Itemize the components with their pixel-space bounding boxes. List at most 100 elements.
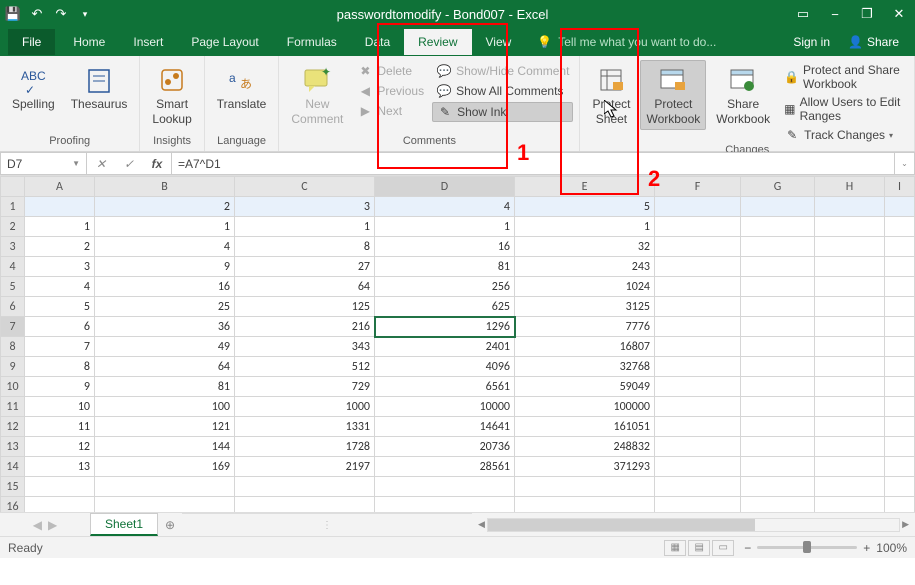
column-header-H[interactable]: H xyxy=(815,177,885,197)
tab-data[interactable]: Data xyxy=(351,29,404,55)
cell[interactable] xyxy=(815,317,885,337)
cell[interactable] xyxy=(655,437,741,457)
cell[interactable]: 243 xyxy=(515,257,655,277)
cell[interactable]: 14641 xyxy=(375,417,515,437)
cell[interactable]: 3 xyxy=(235,197,375,217)
cell[interactable]: 6 xyxy=(25,317,95,337)
protect-sheet-button[interactable]: Protect Sheet xyxy=(586,60,636,130)
cell[interactable] xyxy=(885,217,915,237)
cell[interactable] xyxy=(741,457,815,477)
cell[interactable]: 3125 xyxy=(515,297,655,317)
sheet-tab-sheet1[interactable]: Sheet1 xyxy=(90,513,158,536)
column-header-F[interactable]: F xyxy=(655,177,741,197)
cell[interactable] xyxy=(885,377,915,397)
cell[interactable]: 5 xyxy=(25,297,95,317)
cell[interactable]: 1 xyxy=(235,217,375,237)
cell[interactable]: 16 xyxy=(95,277,235,297)
sheet-next-icon[interactable]: ▶ xyxy=(48,518,57,532)
previous-comment-button[interactable]: ◀ Previous xyxy=(353,82,428,100)
cell[interactable] xyxy=(815,417,885,437)
cell[interactable] xyxy=(815,217,885,237)
zoom-out-icon[interactable]: − xyxy=(744,541,751,555)
cell[interactable]: 9 xyxy=(25,377,95,397)
cell[interactable]: 16807 xyxy=(515,337,655,357)
cell[interactable] xyxy=(655,417,741,437)
translate-button[interactable]: aあ Translate xyxy=(211,60,273,115)
column-header-G[interactable]: G xyxy=(741,177,815,197)
cell[interactable] xyxy=(741,357,815,377)
cell[interactable] xyxy=(655,197,741,217)
cell[interactable]: 81 xyxy=(375,257,515,277)
tab-page-layout[interactable]: Page Layout xyxy=(177,29,272,55)
cell[interactable] xyxy=(885,437,915,457)
cell[interactable]: 1 xyxy=(95,217,235,237)
cell[interactable] xyxy=(655,277,741,297)
cell[interactable]: 49 xyxy=(95,337,235,357)
cell[interactable]: 729 xyxy=(235,377,375,397)
cell[interactable]: 32768 xyxy=(515,357,655,377)
cell[interactable] xyxy=(655,477,741,497)
cell[interactable] xyxy=(25,197,95,217)
tab-insert[interactable]: Insert xyxy=(119,29,177,55)
row-header[interactable]: 14 xyxy=(1,457,25,477)
cell[interactable] xyxy=(655,357,741,377)
cell[interactable] xyxy=(885,297,915,317)
tab-review[interactable]: Review xyxy=(404,29,471,55)
sheet-prev-icon[interactable]: ◀ xyxy=(33,518,42,532)
row-header[interactable]: 2 xyxy=(1,217,25,237)
cell[interactable]: 121 xyxy=(95,417,235,437)
row-header[interactable]: 13 xyxy=(1,437,25,457)
undo-icon[interactable]: ↶ xyxy=(28,5,46,23)
cell[interactable] xyxy=(741,317,815,337)
cell[interactable]: 1000 xyxy=(235,397,375,417)
show-hide-comment-button[interactable]: 💬 Show/Hide Comment xyxy=(432,62,573,80)
protect-share-workbook-button[interactable]: 🔒 Protect and Share Workbook xyxy=(780,62,908,92)
column-header-D[interactable]: D xyxy=(375,177,515,197)
sheet-nav[interactable]: ◀ ▶ xyxy=(0,513,90,536)
delete-comment-button[interactable]: ✖ Delete xyxy=(353,62,428,80)
name-box[interactable]: D7 ▼ xyxy=(0,152,86,175)
cell[interactable] xyxy=(741,477,815,497)
cell[interactable]: 144 xyxy=(95,437,235,457)
cell[interactable] xyxy=(741,277,815,297)
cell[interactable]: 2197 xyxy=(235,457,375,477)
cell[interactable] xyxy=(25,497,95,513)
track-changes-button[interactable]: ✎ Track Changes ▾ xyxy=(780,126,908,144)
tell-me-search[interactable]: 💡 Tell me what you want to do... xyxy=(525,35,783,49)
new-sheet-button[interactable]: ⊕ xyxy=(158,513,182,536)
cell[interactable]: 4 xyxy=(95,237,235,257)
cell[interactable] xyxy=(655,317,741,337)
cell[interactable] xyxy=(655,257,741,277)
cell[interactable] xyxy=(815,277,885,297)
cell[interactable]: 10000 xyxy=(375,397,515,417)
cell[interactable] xyxy=(741,417,815,437)
zoom-thumb[interactable] xyxy=(803,541,811,553)
cell[interactable] xyxy=(655,377,741,397)
protect-workbook-button[interactable]: Protect Workbook xyxy=(640,60,706,130)
cell[interactable]: 100000 xyxy=(515,397,655,417)
column-header-A[interactable]: A xyxy=(25,177,95,197)
cell[interactable] xyxy=(515,477,655,497)
spelling-button[interactable]: ABC✓ Spelling xyxy=(6,60,61,115)
cell[interactable]: 81 xyxy=(95,377,235,397)
tab-file[interactable]: File xyxy=(8,29,55,55)
cell[interactable] xyxy=(655,497,741,513)
cell[interactable]: 32 xyxy=(515,237,655,257)
cell[interactable] xyxy=(235,477,375,497)
cell[interactable] xyxy=(885,197,915,217)
scroll-left-icon[interactable]: ◀ xyxy=(476,519,487,530)
cell[interactable]: 1 xyxy=(515,217,655,237)
cell[interactable] xyxy=(515,497,655,513)
cell[interactable] xyxy=(885,357,915,377)
cell[interactable]: 3 xyxy=(25,257,95,277)
thesaurus-button[interactable]: Thesaurus xyxy=(65,60,134,115)
cell[interactable] xyxy=(815,357,885,377)
redo-icon[interactable]: ↷ xyxy=(52,5,70,23)
row-header[interactable]: 10 xyxy=(1,377,25,397)
column-header-E[interactable]: E xyxy=(515,177,655,197)
cell[interactable]: 1331 xyxy=(235,417,375,437)
formula-bar[interactable]: =A7^D1 xyxy=(171,152,895,175)
name-box-dropdown-icon[interactable]: ▼ xyxy=(72,159,80,168)
cell[interactable] xyxy=(815,497,885,513)
cell[interactable]: 1 xyxy=(25,217,95,237)
